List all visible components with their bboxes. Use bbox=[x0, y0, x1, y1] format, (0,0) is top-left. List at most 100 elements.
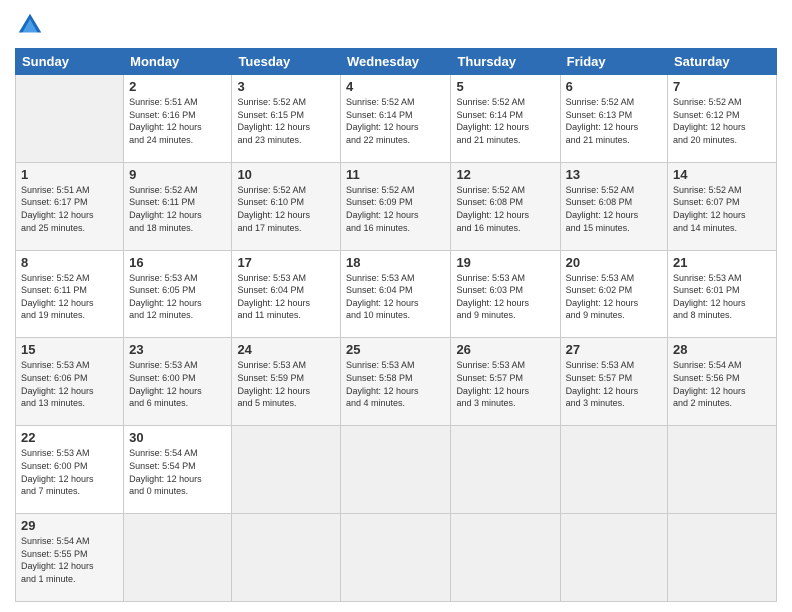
day-number: 29 bbox=[21, 518, 118, 533]
day-info: Sunrise: 5:53 AM Sunset: 5:58 PM Dayligh… bbox=[346, 359, 445, 409]
day-number: 12 bbox=[456, 167, 554, 182]
day-info: Sunrise: 5:52 AM Sunset: 6:14 PM Dayligh… bbox=[346, 96, 445, 146]
calendar-cell bbox=[232, 426, 341, 514]
day-info: Sunrise: 5:53 AM Sunset: 5:57 PM Dayligh… bbox=[456, 359, 554, 409]
page: SundayMondayTuesdayWednesdayThursdayFrid… bbox=[0, 0, 792, 612]
calendar-cell: 13 Sunrise: 5:52 AM Sunset: 6:08 PM Dayli… bbox=[560, 162, 667, 250]
day-info: Sunrise: 5:52 AM Sunset: 6:13 PM Dayligh… bbox=[566, 96, 662, 146]
calendar-cell bbox=[341, 514, 451, 602]
day-number: 30 bbox=[129, 430, 226, 445]
day-number: 28 bbox=[673, 342, 771, 357]
day-number: 21 bbox=[673, 255, 771, 270]
calendar-cell: 17 Sunrise: 5:53 AM Sunset: 6:04 PM Dayli… bbox=[232, 250, 341, 338]
calendar-cell bbox=[560, 514, 667, 602]
col-header-sunday: Sunday bbox=[16, 49, 124, 75]
day-info: Sunrise: 5:53 AM Sunset: 5:57 PM Dayligh… bbox=[566, 359, 662, 409]
calendar-cell: 18 Sunrise: 5:53 AM Sunset: 6:04 PM Dayli… bbox=[341, 250, 451, 338]
calendar-cell bbox=[451, 514, 560, 602]
calendar-cell: 10Sunrise: 5:52 AM Sunset: 6:10 PM Dayli… bbox=[232, 162, 341, 250]
calendar-cell: 5 Sunrise: 5:52 AM Sunset: 6:14 PM Daylig… bbox=[451, 75, 560, 163]
day-number: 5 bbox=[456, 79, 554, 94]
day-number: 9 bbox=[129, 167, 226, 182]
day-info: Sunrise: 5:52 AM Sunset: 6:08 PM Dayligh… bbox=[566, 184, 662, 234]
calendar-cell: 25Sunrise: 5:53 AM Sunset: 5:58 PM Dayli… bbox=[341, 338, 451, 426]
calendar-cell bbox=[124, 514, 232, 602]
calendar-cell bbox=[451, 426, 560, 514]
col-header-tuesday: Tuesday bbox=[232, 49, 341, 75]
calendar-cell: 12 Sunrise: 5:52 AM Sunset: 6:08 PM Dayli… bbox=[451, 162, 560, 250]
calendar-cell: 3Sunrise: 5:52 AM Sunset: 6:15 PM Daylig… bbox=[232, 75, 341, 163]
day-number: 2 bbox=[129, 79, 226, 94]
day-number: 27 bbox=[566, 342, 662, 357]
day-number: 3 bbox=[237, 79, 335, 94]
day-info: Sunrise: 5:52 AM Sunset: 6:09 PM Dayligh… bbox=[346, 184, 445, 234]
calendar-cell: 29Sunrise: 5:54 AM Sunset: 5:55 PM Dayli… bbox=[16, 514, 124, 602]
calendar-cell: 27 Sunrise: 5:53 AM Sunset: 5:57 PM Dayli… bbox=[560, 338, 667, 426]
day-number: 15 bbox=[21, 342, 118, 357]
calendar-cell bbox=[668, 426, 777, 514]
day-info: Sunrise: 5:53 AM Sunset: 6:05 PM Dayligh… bbox=[129, 272, 226, 322]
day-info: Sunrise: 5:53 AM Sunset: 6:04 PM Dayligh… bbox=[346, 272, 445, 322]
day-info: Sunrise: 5:52 AM Sunset: 6:07 PM Dayligh… bbox=[673, 184, 771, 234]
calendar-cell: 8 Sunrise: 5:52 AM Sunset: 6:11 PM Daylig… bbox=[16, 250, 124, 338]
day-number: 13 bbox=[566, 167, 662, 182]
calendar-cell: 15 Sunrise: 5:53 AM Sunset: 6:06 PM Dayli… bbox=[16, 338, 124, 426]
day-info: Sunrise: 5:53 AM Sunset: 6:06 PM Dayligh… bbox=[21, 359, 118, 409]
logo bbox=[15, 10, 49, 40]
day-info: Sunrise: 5:51 AM Sunset: 6:16 PM Dayligh… bbox=[129, 96, 226, 146]
day-info: Sunrise: 5:52 AM Sunset: 6:11 PM Dayligh… bbox=[21, 272, 118, 322]
calendar-body: 2 Sunrise: 5:51 AM Sunset: 6:16 PM Daylig… bbox=[16, 75, 777, 602]
day-info: Sunrise: 5:53 AM Sunset: 6:01 PM Dayligh… bbox=[673, 272, 771, 322]
day-info: Sunrise: 5:53 AM Sunset: 6:00 PM Dayligh… bbox=[129, 359, 226, 409]
day-number: 19 bbox=[456, 255, 554, 270]
calendar-cell bbox=[16, 75, 124, 163]
day-number: 8 bbox=[21, 255, 118, 270]
calendar-cell bbox=[341, 426, 451, 514]
day-info: Sunrise: 5:54 AM Sunset: 5:56 PM Dayligh… bbox=[673, 359, 771, 409]
calendar-cell bbox=[232, 514, 341, 602]
calendar-week-2: 1Sunrise: 5:51 AM Sunset: 6:17 PM Daylig… bbox=[16, 162, 777, 250]
day-number: 26 bbox=[456, 342, 554, 357]
calendar-week-5: 22 Sunrise: 5:53 AM Sunset: 6:00 PM Dayli… bbox=[16, 426, 777, 514]
day-number: 17 bbox=[237, 255, 335, 270]
col-header-thursday: Thursday bbox=[451, 49, 560, 75]
calendar: SundayMondayTuesdayWednesdayThursdayFrid… bbox=[15, 48, 777, 602]
calendar-cell: 22 Sunrise: 5:53 AM Sunset: 6:00 PM Dayli… bbox=[16, 426, 124, 514]
calendar-cell: 26 Sunrise: 5:53 AM Sunset: 5:57 PM Dayli… bbox=[451, 338, 560, 426]
calendar-cell: 16 Sunrise: 5:53 AM Sunset: 6:05 PM Dayli… bbox=[124, 250, 232, 338]
calendar-cell: 30 Sunrise: 5:54 AM Sunset: 5:54 PM Dayli… bbox=[124, 426, 232, 514]
day-number: 18 bbox=[346, 255, 445, 270]
col-header-saturday: Saturday bbox=[668, 49, 777, 75]
day-number: 11 bbox=[346, 167, 445, 182]
calendar-cell: 4 Sunrise: 5:52 AM Sunset: 6:14 PM Daylig… bbox=[341, 75, 451, 163]
calendar-cell bbox=[668, 514, 777, 602]
day-info: Sunrise: 5:54 AM Sunset: 5:54 PM Dayligh… bbox=[129, 447, 226, 497]
day-info: Sunrise: 5:53 AM Sunset: 6:04 PM Dayligh… bbox=[237, 272, 335, 322]
calendar-cell: 11 Sunrise: 5:52 AM Sunset: 6:09 PM Dayli… bbox=[341, 162, 451, 250]
day-number: 14 bbox=[673, 167, 771, 182]
calendar-cell: 6Sunrise: 5:52 AM Sunset: 6:13 PM Daylig… bbox=[560, 75, 667, 163]
day-number: 4 bbox=[346, 79, 445, 94]
day-info: Sunrise: 5:52 AM Sunset: 6:14 PM Dayligh… bbox=[456, 96, 554, 146]
calendar-cell bbox=[560, 426, 667, 514]
calendar-week-4: 15 Sunrise: 5:53 AM Sunset: 6:06 PM Dayli… bbox=[16, 338, 777, 426]
logo-icon bbox=[15, 10, 45, 40]
calendar-cell: 1Sunrise: 5:51 AM Sunset: 6:17 PM Daylig… bbox=[16, 162, 124, 250]
day-info: Sunrise: 5:52 AM Sunset: 6:10 PM Dayligh… bbox=[237, 184, 335, 234]
calendar-cell: 2 Sunrise: 5:51 AM Sunset: 6:16 PM Daylig… bbox=[124, 75, 232, 163]
day-info: Sunrise: 5:53 AM Sunset: 6:00 PM Dayligh… bbox=[21, 447, 118, 497]
day-number: 16 bbox=[129, 255, 226, 270]
day-info: Sunrise: 5:52 AM Sunset: 6:11 PM Dayligh… bbox=[129, 184, 226, 234]
col-header-friday: Friday bbox=[560, 49, 667, 75]
calendar-week-1: 2 Sunrise: 5:51 AM Sunset: 6:16 PM Daylig… bbox=[16, 75, 777, 163]
calendar-cell: 9 Sunrise: 5:52 AM Sunset: 6:11 PM Daylig… bbox=[124, 162, 232, 250]
day-number: 1 bbox=[21, 167, 118, 182]
day-info: Sunrise: 5:52 AM Sunset: 6:12 PM Dayligh… bbox=[673, 96, 771, 146]
day-info: Sunrise: 5:52 AM Sunset: 6:08 PM Dayligh… bbox=[456, 184, 554, 234]
day-number: 20 bbox=[566, 255, 662, 270]
calendar-cell: 21 Sunrise: 5:53 AM Sunset: 6:01 PM Dayli… bbox=[668, 250, 777, 338]
day-number: 22 bbox=[21, 430, 118, 445]
col-header-wednesday: Wednesday bbox=[341, 49, 451, 75]
calendar-cell: 14 Sunrise: 5:52 AM Sunset: 6:07 PM Dayli… bbox=[668, 162, 777, 250]
calendar-cell: 20Sunrise: 5:53 AM Sunset: 6:02 PM Dayli… bbox=[560, 250, 667, 338]
